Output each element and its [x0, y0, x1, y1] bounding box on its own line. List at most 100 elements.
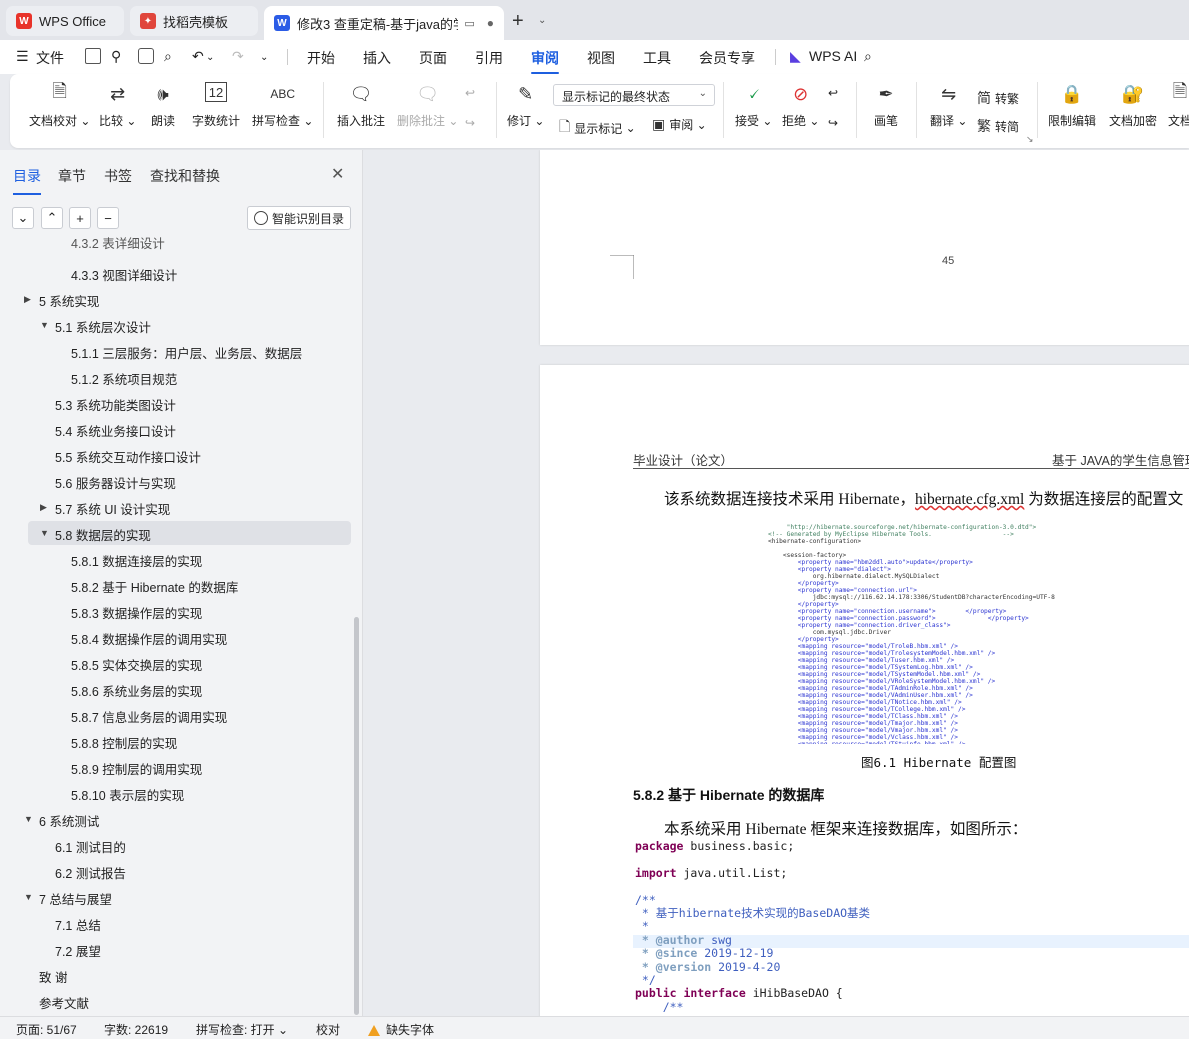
- toc-item[interactable]: 6.1 测试目的: [0, 833, 350, 857]
- menu-item-review[interactable]: 审阅: [531, 48, 559, 74]
- delete-comment-button[interactable]: 🗨 删除批注 ⌄: [397, 82, 458, 129]
- markup-mode-select[interactable]: 显示标记的最终状态 ⌄: [553, 84, 715, 106]
- proofread-button[interactable]: 🗎 文档校对 ⌄: [29, 81, 90, 129]
- caret-down-icon[interactable]: ▼: [24, 814, 33, 824]
- toc-item[interactable]: 6.2 测试报告: [0, 859, 350, 883]
- tab-wps-office[interactable]: W WPS Office: [6, 6, 124, 36]
- page-indicator[interactable]: 页面: 51/67: [16, 1021, 77, 1038]
- menu-file[interactable]: 文件: [36, 48, 64, 68]
- caret-down-icon[interactable]: ▼: [24, 892, 33, 902]
- word-count-button[interactable]: 12 字数统计: [192, 82, 240, 129]
- caret-right-icon[interactable]: ▶: [40, 502, 47, 513]
- smart-toc-button[interactable]: 智能识别目录: [247, 206, 351, 230]
- toc-item[interactable]: 5.8.4 数据操作层的调用实现: [0, 625, 350, 649]
- encrypt-button[interactable]: 🔐 文档加密: [1109, 82, 1157, 129]
- caret-right-icon[interactable]: ▶: [24, 294, 31, 305]
- search-icon[interactable]: ⌕: [864, 48, 872, 65]
- chevron-down-icon[interactable]: ⌄: [538, 15, 546, 26]
- redo-icon[interactable]: ↷: [232, 48, 244, 65]
- menu-item-page[interactable]: 页面: [419, 48, 447, 68]
- menu-item-start[interactable]: 开始: [307, 48, 335, 68]
- panel-scrollbar[interactable]: [354, 617, 359, 1015]
- pen-button[interactable]: ✒ 画笔: [874, 82, 898, 129]
- toc-item[interactable]: 5.3 系统功能类图设计: [0, 391, 350, 415]
- toc-item[interactable]: 致 谢: [0, 963, 350, 987]
- accept-button[interactable]: 🗸 接受 ⌄: [735, 82, 772, 129]
- tab-document[interactable]: W 修改3 查重定稿-基于java的学 ▭ ●: [264, 6, 504, 40]
- hamburger-icon[interactable]: ☰: [16, 48, 29, 65]
- menu-item-view[interactable]: 视图: [587, 48, 615, 68]
- link-icon[interactable]: ⚲: [111, 48, 121, 65]
- panel-tab-bookmarks[interactable]: 书签: [104, 166, 132, 186]
- close-icon[interactable]: ✕: [331, 164, 344, 184]
- toc-item[interactable]: 5.8.2 基于 Hibernate 的数据库: [0, 573, 350, 597]
- toc-item[interactable]: ▶ 5.7 系统 UI 设计实现: [0, 495, 350, 519]
- wps-ai-button[interactable]: WPS AI: [809, 48, 857, 64]
- to-traditional-button[interactable]: 简 转繁: [977, 88, 1019, 108]
- toc-item[interactable]: 5.1.1 三层服务：用户层、业务层、数据层: [0, 339, 350, 363]
- menu-item-references[interactable]: 引用: [475, 48, 503, 68]
- prev-change-icon[interactable]: ↩: [828, 86, 838, 100]
- reject-button[interactable]: ⊘ 拒绝 ⌄: [782, 82, 819, 129]
- toc-item[interactable]: 7.1 总结: [0, 911, 350, 935]
- toc-item[interactable]: 5.8.1 数据连接层的实现: [0, 547, 350, 571]
- menu-item-insert[interactable]: 插入: [363, 48, 391, 68]
- unsaved-dot-icon[interactable]: ●: [487, 16, 494, 30]
- toc-item[interactable]: 5.5 系统交互动作接口设计: [0, 443, 350, 467]
- panel-tab-toc[interactable]: 目录: [13, 166, 41, 195]
- toc-item[interactable]: 7.2 展望: [0, 937, 350, 961]
- collapse-down-button[interactable]: ⌄: [12, 207, 34, 229]
- read-aloud-button[interactable]: 🕪 朗读: [151, 82, 175, 129]
- more-chevron-icon[interactable]: ⌄: [260, 52, 268, 63]
- review-pane-button[interactable]: ▣ 审阅 ⌄: [652, 116, 707, 133]
- proofread-status[interactable]: 校对: [316, 1021, 340, 1038]
- add-heading-button[interactable]: +: [69, 207, 91, 229]
- word-count-indicator[interactable]: 字数: 22619: [104, 1021, 168, 1038]
- toc-item[interactable]: 5.8.10 表示层的实现: [0, 781, 350, 805]
- menu-item-tools[interactable]: 工具: [643, 48, 671, 68]
- doc-more-button[interactable]: 🗎 文档: [1168, 82, 1189, 129]
- toc-item[interactable]: 5.8.8 控制层的实现: [0, 729, 350, 753]
- undo-icon[interactable]: ↶: [192, 48, 204, 65]
- to-simplified-button[interactable]: 繁 转简: [977, 116, 1019, 136]
- toc-item[interactable]: ▼ 5.8 数据层的实现: [28, 521, 351, 545]
- insert-comment-button[interactable]: 🗨 插入批注: [337, 82, 385, 129]
- toc-item[interactable]: 5.4 系统业务接口设计: [0, 417, 350, 441]
- toc-item[interactable]: 5.8.6 系统业务层的实现: [0, 677, 350, 701]
- next-comment-icon[interactable]: ↪: [465, 116, 475, 130]
- expand-corner-icon[interactable]: ↘: [1026, 134, 1034, 145]
- toc-item[interactable]: 5.8.9 控制层的调用实现: [0, 755, 350, 779]
- tab-templates[interactable]: ✦ 找稻壳模板: [130, 6, 258, 36]
- toc-item[interactable]: ▼ 6 系统测试: [0, 807, 350, 831]
- missing-font-button[interactable]: 缺失字体: [368, 1021, 434, 1038]
- toc-item[interactable]: 5.1.2 系统项目规范: [0, 365, 350, 389]
- restrict-edit-button[interactable]: 🔒 限制编辑: [1048, 82, 1096, 129]
- translate-button[interactable]: ⇋ 翻译 ⌄: [930, 82, 967, 129]
- compare-button[interactable]: ⇄ 比较 ⌄: [99, 82, 136, 129]
- show-markup-button[interactable]: 🗋 显示标记 ⌄: [559, 116, 636, 140]
- toc-item[interactable]: 5.8.3 数据操作层的实现: [0, 599, 350, 623]
- panel-tab-find-replace[interactable]: 查找和替换: [150, 166, 220, 186]
- spell-check-toggle[interactable]: 拼写检查: 打开 ⌄: [196, 1021, 288, 1038]
- panel-tab-sections[interactable]: 章节: [58, 166, 86, 186]
- spell-check-button[interactable]: ABC 拼写检查 ⌄: [252, 82, 313, 129]
- undo-dropdown-icon[interactable]: ⌄: [206, 52, 214, 63]
- toc-item[interactable]: 5.6 服务器设计与实现: [0, 469, 350, 493]
- screen-icon[interactable]: ▭: [464, 17, 474, 30]
- collapse-up-button[interactable]: ⌃: [41, 207, 63, 229]
- menu-item-membership[interactable]: 会员专享: [699, 48, 755, 68]
- save-icon[interactable]: [85, 48, 101, 64]
- new-tab-plus-icon[interactable]: +: [512, 10, 524, 33]
- print-preview-icon[interactable]: ⌕: [164, 48, 172, 65]
- print-icon[interactable]: [138, 48, 154, 64]
- toc-item[interactable]: ▼ 5.1 系统层次设计: [0, 313, 350, 337]
- toc-item[interactable]: 4.3.3 视图详细设计: [0, 261, 350, 285]
- toc-item[interactable]: 5.8.7 信息业务层的调用实现: [0, 703, 350, 727]
- caret-down-icon[interactable]: ▼: [40, 320, 49, 330]
- caret-down-icon[interactable]: ▼: [40, 528, 49, 538]
- toc-item[interactable]: ▼ 7 总结与展望: [0, 885, 350, 909]
- track-changes-button[interactable]: ✎ 修订 ⌄: [507, 82, 544, 129]
- next-change-icon[interactable]: ↪: [828, 116, 838, 130]
- toc-item[interactable]: ▶ 5 系统实现: [0, 287, 350, 311]
- remove-heading-button[interactable]: −: [97, 207, 119, 229]
